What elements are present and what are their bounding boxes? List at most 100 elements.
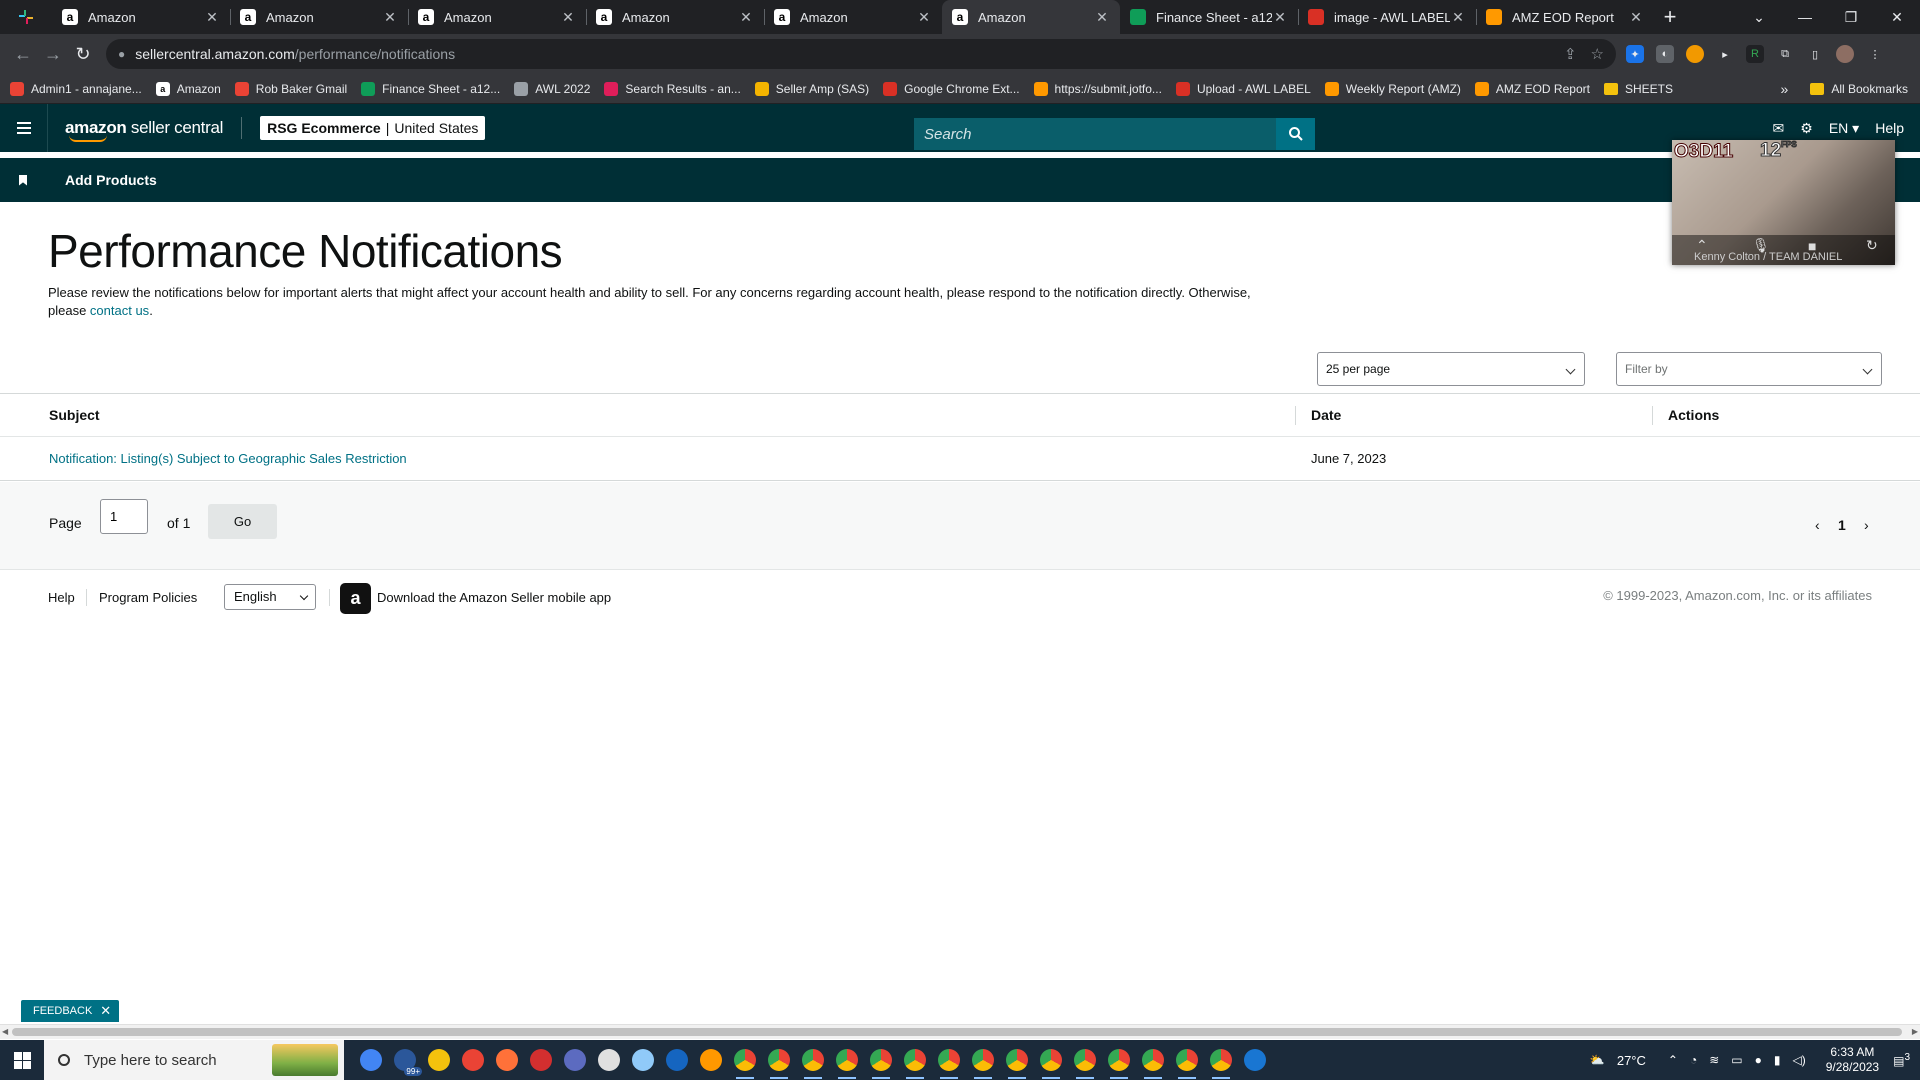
reload-button[interactable]: ↻ [68, 39, 98, 69]
tab-search-icon[interactable]: ⌄ [1736, 0, 1782, 34]
system-clock[interactable]: 6:33 AM 9/28/2023 [1826, 1045, 1879, 1075]
browser-menu-icon[interactable]: ⋮ [1866, 45, 1884, 63]
page-number-link[interactable]: 1 [1838, 517, 1846, 533]
close-tab-icon[interactable]: ✕ [1450, 9, 1466, 26]
search-button[interactable] [1276, 118, 1315, 150]
notification-subject-link[interactable]: Notification: Listing(s) Subject to Geog… [49, 451, 407, 466]
microphone-icon[interactable]: ● [1755, 1053, 1762, 1067]
restore-button[interactable]: ❐ [1828, 0, 1874, 34]
menu-icon[interactable] [0, 104, 48, 152]
bookmark-item[interactable]: Seller Amp (SAS) [754, 81, 869, 96]
page-number-input[interactable] [100, 499, 148, 534]
popout-icon[interactable]: ↻ [1866, 237, 1878, 254]
taskbar-app-icon[interactable] [1136, 1040, 1170, 1080]
taskbar-app-icon[interactable] [1068, 1040, 1102, 1080]
slack-app-icon[interactable] [0, 0, 52, 34]
header-help-link[interactable]: Help [1875, 120, 1904, 136]
close-tab-icon[interactable]: ✕ [204, 9, 220, 26]
taskbar-app-icon[interactable] [1204, 1040, 1238, 1080]
taskbar-app-icon[interactable] [626, 1040, 660, 1080]
taskbar-app-icon[interactable] [864, 1040, 898, 1080]
bookmark-item[interactable]: Google Chrome Ext... [883, 81, 1020, 96]
back-button[interactable]: ← [8, 39, 38, 69]
bookmark-item[interactable]: AMZ EOD Report [1474, 81, 1590, 96]
close-tab-icon[interactable]: ✕ [1628, 9, 1644, 26]
bookmark-item[interactable]: Weekly Report (AMZ) [1324, 81, 1461, 96]
temperature[interactable]: 27°C [1617, 1053, 1646, 1068]
taskbar-app-icon[interactable] [1102, 1040, 1136, 1080]
language-selector[interactable]: EN ▾ [1829, 120, 1859, 137]
taskbar-app-icon[interactable] [524, 1040, 558, 1080]
taskbar-app-icon[interactable] [694, 1040, 728, 1080]
date-column-header[interactable]: Date [1311, 407, 1341, 423]
forward-button[interactable]: → [38, 39, 68, 69]
taskbar-app-icon[interactable] [1000, 1040, 1034, 1080]
bookmark-item[interactable]: Search Results - an... [604, 81, 741, 96]
scroll-right-icon[interactable]: ▶ [1912, 1027, 1918, 1036]
filter-by-select[interactable]: Filter by [1616, 352, 1882, 386]
close-tab-icon[interactable]: ✕ [382, 9, 398, 26]
taskbar-app-icon[interactable] [932, 1040, 966, 1080]
taskbar-app-icon[interactable] [1170, 1040, 1204, 1080]
extension-icon[interactable]: R [1746, 45, 1764, 63]
taskbar-app-icon[interactable] [592, 1040, 626, 1080]
url-text[interactable]: sellercentral.amazon.com/performance/not… [135, 46, 1550, 62]
taskbar-search[interactable]: Type here to search [44, 1040, 344, 1080]
all-bookmarks-button[interactable]: All Bookmarks [1831, 82, 1908, 96]
horizontal-scrollbar[interactable]: ◀ ▶ [0, 1024, 1920, 1039]
bookmark-star-icon[interactable]: ☆ [1591, 45, 1604, 63]
wifi-icon[interactable]: ≋ [1709, 1053, 1719, 1067]
seller-app-icon[interactable]: a [340, 583, 371, 614]
network-icon[interactable]: ◔ [1690, 1053, 1697, 1067]
scrollbar-thumb[interactable] [12, 1028, 1902, 1036]
new-tab-button[interactable]: + [1654, 0, 1686, 34]
mail-app-icon[interactable]: 99+ [388, 1040, 422, 1080]
share-icon[interactable]: ⇪ [1564, 45, 1577, 63]
windows-start-icon[interactable] [0, 1040, 44, 1080]
subject-column-header[interactable]: Subject [49, 407, 100, 423]
settings-gear-icon[interactable]: ⚙ [1800, 120, 1813, 137]
bookmark-item[interactable]: Rob Baker Gmail [234, 81, 347, 96]
bookmark-item[interactable]: https://submit.jotfo... [1033, 81, 1162, 96]
close-window-button[interactable]: ✕ [1874, 0, 1920, 34]
close-tab-icon[interactable]: ✕ [560, 9, 576, 26]
extension-icon[interactable] [1686, 45, 1704, 63]
footer-language-select[interactable]: English [224, 584, 316, 610]
next-page-icon[interactable]: › [1864, 517, 1869, 533]
address-bar[interactable]: ● sellercentral.amazon.com/performance/n… [106, 39, 1616, 69]
taskbar-app-icon[interactable] [660, 1040, 694, 1080]
bookmark-item[interactable]: a Amazon [155, 81, 221, 96]
taskbar-app-icon[interactable] [796, 1040, 830, 1080]
browser-tab[interactable]: a Amazon ✕ [942, 0, 1120, 34]
browser-tab[interactable]: a Amazon ✕ [230, 0, 408, 34]
search-input[interactable] [914, 118, 1276, 150]
chevron-up-icon[interactable]: ⌃ [1668, 1053, 1678, 1067]
site-info-icon[interactable]: ● [118, 47, 125, 61]
browser-tab[interactable]: a Amazon ✕ [586, 0, 764, 34]
browser-tab[interactable]: a Amazon ✕ [408, 0, 586, 34]
browser-tab[interactable]: Finance Sheet - a12 ✕ [1120, 0, 1298, 34]
volume-icon[interactable]: ◁) [1792, 1053, 1805, 1067]
taskbar-app-icon[interactable] [1238, 1040, 1272, 1080]
bookmark-icon[interactable] [19, 174, 27, 186]
add-products-link[interactable]: Add Products [65, 172, 157, 188]
browser-tab[interactable]: image - AWL LABEL ✕ [1298, 0, 1476, 34]
browser-tab[interactable]: a Amazon ✕ [764, 0, 942, 34]
download-app-link[interactable]: Download the Amazon Seller mobile app [377, 590, 611, 605]
previous-page-icon[interactable]: ‹ [1815, 517, 1820, 533]
taskbar-app-icon[interactable] [558, 1040, 592, 1080]
notifications-icon[interactable]: ▤3 [1893, 1052, 1910, 1068]
bookmark-item[interactable]: Finance Sheet - a12... [361, 81, 500, 96]
taskbar-app-icon[interactable] [762, 1040, 796, 1080]
more-bookmarks-icon[interactable]: » [1781, 81, 1789, 97]
profile-avatar[interactable] [1836, 45, 1854, 63]
feedback-button[interactable]: FEEDBACK ✕ [21, 1000, 120, 1022]
taskbar-app-icon[interactable] [422, 1040, 456, 1080]
mail-icon[interactable]: ✉ [1773, 120, 1785, 137]
extension-icon[interactable]: ✦ [1626, 45, 1644, 63]
bookmark-item[interactable]: SHEETS [1603, 82, 1673, 96]
taskbar-app-icon[interactable] [490, 1040, 524, 1080]
taskbar-app-icon[interactable] [898, 1040, 932, 1080]
taskbar-app-icon[interactable] [966, 1040, 1000, 1080]
bookmark-item[interactable]: Upload - AWL LABEL [1175, 81, 1311, 96]
